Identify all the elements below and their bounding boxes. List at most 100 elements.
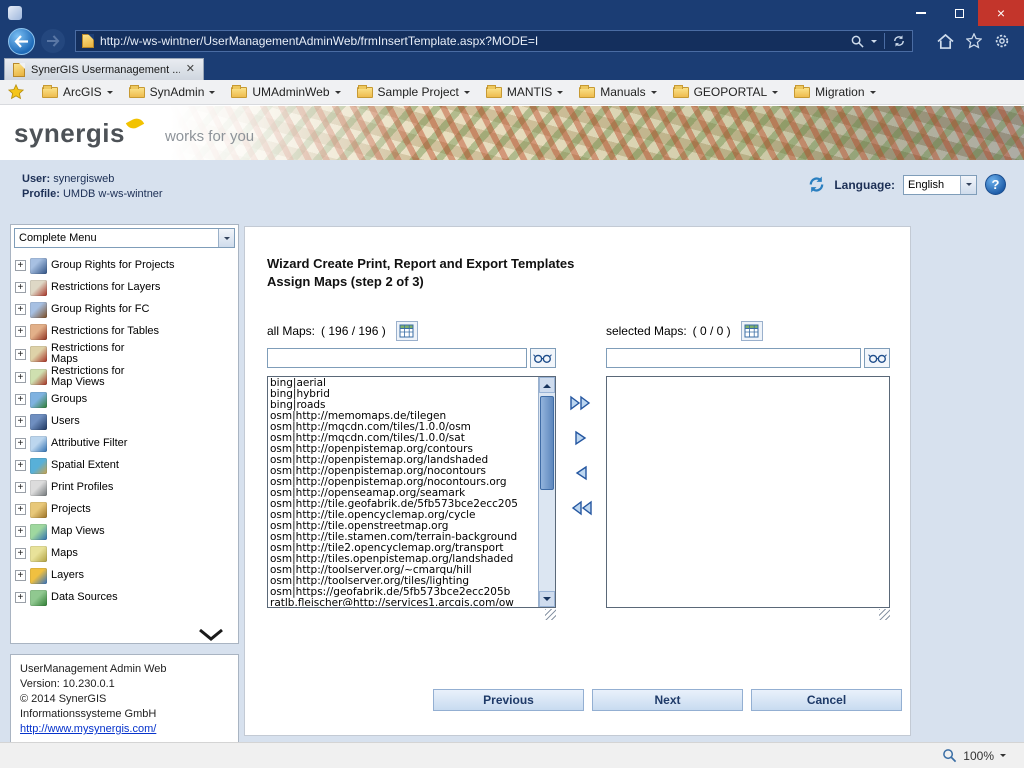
expand-plus-icon[interactable] xyxy=(15,326,26,337)
search-dropdown-caret-icon[interactable] xyxy=(871,40,877,46)
move-all-left-button[interactable] xyxy=(566,496,596,520)
footer-website-link[interactable]: http://www.mysynergis.com/ xyxy=(20,723,156,735)
folder-icon xyxy=(42,87,58,98)
expand-plus-icon[interactable] xyxy=(15,372,26,383)
selected-maps-filter-button[interactable] xyxy=(864,348,890,368)
expand-plus-icon[interactable] xyxy=(15,394,26,405)
tree-item[interactable]: Restrictions for Map Views xyxy=(15,366,236,389)
add-favorite-star-icon[interactable] xyxy=(8,84,24,100)
favorites-folder-item[interactable]: Manuals xyxy=(571,82,664,102)
sidebar-tree: Group Rights for Projects Restrictions f… xyxy=(11,251,238,625)
expand-plus-icon[interactable] xyxy=(15,460,26,471)
previous-button[interactable]: Previous xyxy=(433,689,584,711)
tab-synergis-usermanagement[interactable]: SynerGIS Usermanagement ... ✕ xyxy=(4,58,204,80)
expand-plus-icon[interactable] xyxy=(15,548,26,559)
scroll-down-button[interactable] xyxy=(539,591,555,607)
map-list-item[interactable]: ratlb.fleischer@http://services1.arcgis.… xyxy=(269,598,537,606)
zoom-dropdown-caret-icon[interactable] xyxy=(1000,754,1006,760)
favorites-folder-label: Sample Project xyxy=(378,85,459,99)
minimize-icon xyxy=(916,12,926,14)
all-maps-search-input[interactable] xyxy=(267,348,527,368)
tree-item[interactable]: Users xyxy=(15,411,236,433)
zoom-magnifier-icon[interactable] xyxy=(942,748,957,763)
tree-item[interactable]: Print Profiles xyxy=(15,477,236,499)
listbox-scrollbar[interactable] xyxy=(538,377,555,607)
move-left-button[interactable] xyxy=(566,461,596,485)
refresh-icon[interactable] xyxy=(892,34,906,48)
favorites-folder-item[interactable]: GEOPORTAL xyxy=(665,82,787,102)
maximize-button[interactable] xyxy=(940,0,978,26)
tree-item[interactable]: Map Views xyxy=(15,521,236,543)
grid-table-icon xyxy=(399,324,414,338)
all-maps-listbox[interactable]: bing|aerialbing|hybridbing|roadsosm|http… xyxy=(267,376,556,608)
expand-plus-icon[interactable] xyxy=(15,438,26,449)
all-maps-filter-button[interactable] xyxy=(530,348,556,368)
resize-gripper[interactable] xyxy=(879,609,890,620)
sidebar-menu-panel: Complete Menu Group Rights for Projects xyxy=(10,224,239,644)
selected-maps-grid-view-button[interactable] xyxy=(741,321,763,341)
back-button[interactable] xyxy=(8,28,35,55)
next-button[interactable]: Next xyxy=(592,689,743,711)
tree-item[interactable]: Groups xyxy=(15,389,236,411)
status-bar: 100% xyxy=(0,742,1024,768)
expand-plus-icon[interactable] xyxy=(15,260,26,271)
tree-item[interactable]: Attributive Filter xyxy=(15,433,236,455)
settings-gear-icon[interactable] xyxy=(994,33,1010,49)
menu-mode-select[interactable]: Complete Menu xyxy=(14,228,235,248)
expand-plus-icon[interactable] xyxy=(15,482,26,493)
move-right-button[interactable] xyxy=(566,426,596,450)
tree-item[interactable]: Data Sources xyxy=(15,587,236,609)
url-field[interactable]: http://w-ws-wintner/UserManagementAdminW… xyxy=(75,30,913,52)
expand-plus-icon[interactable] xyxy=(15,282,26,293)
refresh-language-icon[interactable] xyxy=(807,175,826,194)
tree-item-label: Group Rights for FC xyxy=(51,304,149,315)
scroll-up-button[interactable] xyxy=(539,377,555,393)
tree-item[interactable]: Restrictions for Tables xyxy=(15,321,236,343)
move-all-right-button[interactable] xyxy=(566,391,596,415)
scroll-down-chevron-icon[interactable] xyxy=(198,628,224,641)
expand-plus-icon[interactable] xyxy=(15,416,26,427)
logo-swoosh-icon xyxy=(126,115,144,130)
close-button[interactable]: × xyxy=(978,0,1024,26)
home-icon[interactable] xyxy=(937,34,954,49)
selected-maps-listbox[interactable] xyxy=(606,376,890,608)
window-app-icon xyxy=(8,6,22,20)
tree-item[interactable]: Projects xyxy=(15,499,236,521)
forward-button[interactable] xyxy=(41,29,65,53)
tree-item[interactable]: Restrictions for Maps xyxy=(15,343,236,366)
expand-plus-icon[interactable] xyxy=(15,504,26,515)
tree-item[interactable]: Maps xyxy=(15,543,236,565)
help-button[interactable]: ? xyxy=(985,174,1006,195)
groups-icon xyxy=(30,392,47,408)
scrollbar-thumb[interactable] xyxy=(540,396,554,490)
scrollbar-track[interactable] xyxy=(539,393,555,591)
favorites-folder-item[interactable]: Sample Project xyxy=(349,82,478,102)
favorites-folder-item[interactable]: UMAdminWeb xyxy=(223,82,348,102)
expand-plus-icon[interactable] xyxy=(15,304,26,315)
all-maps-label: all Maps: xyxy=(267,324,315,338)
resize-gripper[interactable] xyxy=(545,609,556,620)
cancel-button[interactable]: Cancel xyxy=(751,689,902,711)
search-icon[interactable] xyxy=(851,35,864,48)
favorites-star-icon[interactable] xyxy=(966,33,982,49)
tree-item[interactable]: Group Rights for FC xyxy=(15,299,236,321)
all-maps-grid-view-button[interactable] xyxy=(396,321,418,341)
expand-plus-icon[interactable] xyxy=(15,349,26,360)
tree-item[interactable]: Spatial Extent xyxy=(15,455,236,477)
favorites-folder-item[interactable]: SynAdmin xyxy=(121,82,224,102)
tree-item[interactable]: Layers xyxy=(15,565,236,587)
selected-maps-search-input[interactable] xyxy=(606,348,861,368)
favorites-folder-item[interactable]: Migration xyxy=(786,82,883,102)
expand-plus-icon[interactable] xyxy=(15,592,26,603)
expand-plus-icon[interactable] xyxy=(15,570,26,581)
minimize-button[interactable] xyxy=(902,0,940,26)
projects-icon xyxy=(30,502,47,518)
favorites-folder-item[interactable]: MANTIS xyxy=(478,82,571,102)
language-select[interactable]: English xyxy=(903,175,977,195)
expand-plus-icon[interactable] xyxy=(15,526,26,537)
maps-icon xyxy=(30,546,47,562)
favorites-folder-item[interactable]: ArcGIS xyxy=(34,82,121,102)
tree-item[interactable]: Restrictions for Layers xyxy=(15,277,236,299)
tab-close-icon[interactable]: ✕ xyxy=(186,64,195,75)
tree-item[interactable]: Group Rights for Projects xyxy=(15,255,236,277)
